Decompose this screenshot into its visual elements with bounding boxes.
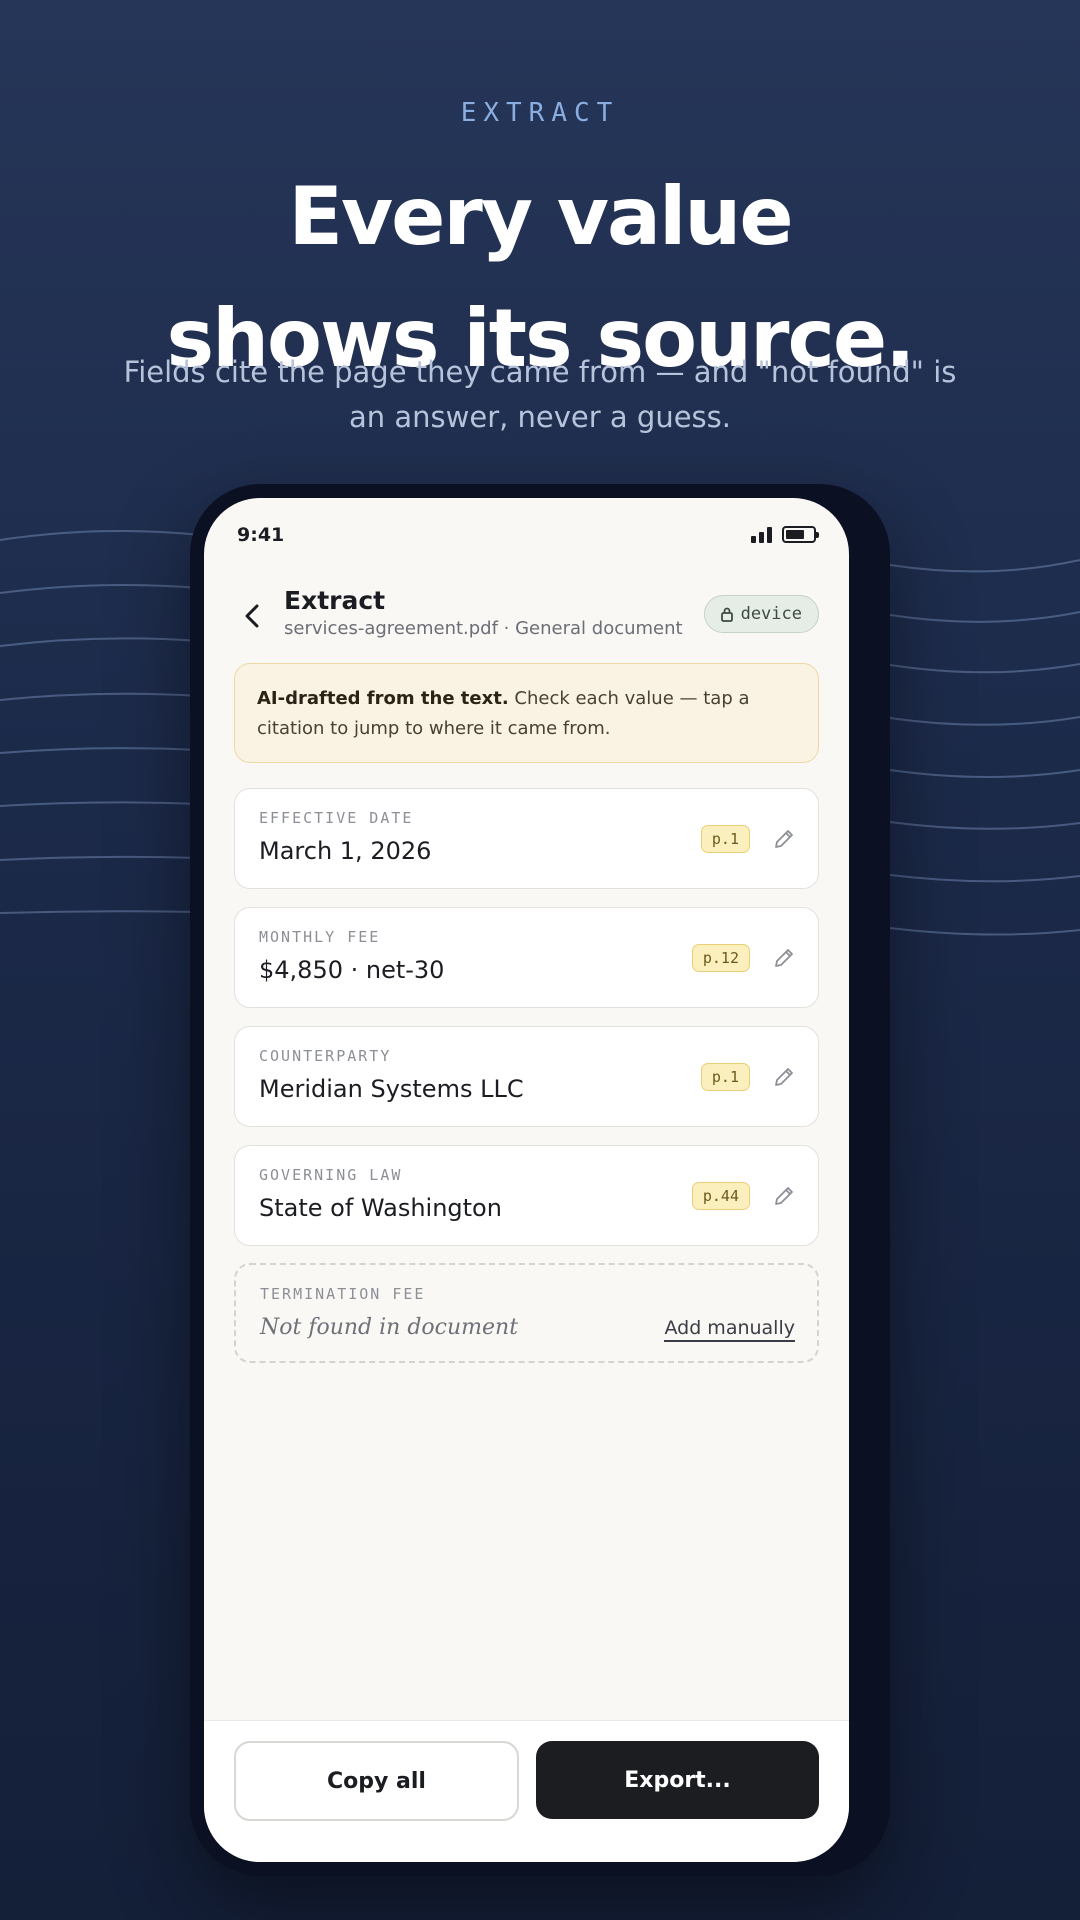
back-button[interactable] (234, 598, 270, 634)
subheadline: Fields cite the page they came from — an… (123, 355, 957, 434)
export-button[interactable]: Export... (536, 1741, 819, 1819)
field-label: EFFECTIVE DATE (259, 809, 414, 827)
status-icons (751, 526, 819, 543)
battery-icon (782, 526, 819, 543)
field-value: March 1, 2026 (259, 837, 432, 865)
page-title: Extract (284, 586, 386, 615)
field-value: Meridian Systems LLC (259, 1075, 524, 1103)
not-found-text: Not found in document (260, 1315, 519, 1340)
device-badge-label: device (740, 604, 802, 624)
citation-chip[interactable]: p.44 (691, 1182, 750, 1210)
field-card: EFFECTIVE DATE March 1, 2026 p.1 (234, 788, 819, 889)
notice-bold: AI-drafted from the text. (257, 688, 509, 709)
status-time: 9:41 (237, 524, 285, 546)
pencil-icon[interactable] (772, 1065, 796, 1089)
pencil-icon[interactable] (772, 946, 796, 970)
citation-chip[interactable]: p.1 (700, 1063, 750, 1091)
bottom-action-bar: Copy all Export... (204, 1720, 849, 1862)
lock-icon (720, 607, 733, 622)
phone-screen: 9:41 Extract services-agreement.pdf · Ge… (204, 498, 849, 1862)
missing-field-card: TERMINATION FEE Not found in document Ad… (234, 1263, 819, 1363)
signal-icon (751, 526, 772, 543)
ai-notice: AI-drafted from the text. Check each val… (234, 663, 819, 763)
document-subtitle: services-agreement.pdf · General documen… (284, 618, 683, 639)
field-value: $4,850 · net-30 (259, 956, 445, 984)
field-label: COUNTERPARTY (259, 1047, 392, 1065)
field-card: COUNTERPARTY Meridian Systems LLC p.1 (234, 1026, 819, 1127)
section-eyebrow: EXTRACT (460, 98, 620, 128)
chevron-left-icon (245, 604, 259, 628)
citation-chip[interactable]: p.1 (700, 825, 750, 853)
field-card: MONTHLY FEE $4,850 · net-30 p.12 (234, 907, 819, 1008)
pencil-icon[interactable] (772, 1184, 796, 1208)
field-label: GOVERNING LAW (259, 1166, 403, 1184)
field-label: TERMINATION FEE (260, 1285, 426, 1303)
device-badge: device (703, 595, 819, 633)
pencil-icon[interactable] (772, 827, 796, 851)
citation-chip[interactable]: p.12 (691, 944, 750, 972)
add-manually-link[interactable]: Add manually (664, 1317, 795, 1342)
headline-line-1: Every value (288, 170, 793, 263)
field-label: MONTHLY FEE (259, 928, 381, 946)
field-card: GOVERNING LAW State of Washington p.44 (234, 1145, 819, 1246)
copy-all-button[interactable]: Copy all (234, 1741, 519, 1821)
field-value: State of Washington (259, 1194, 502, 1222)
